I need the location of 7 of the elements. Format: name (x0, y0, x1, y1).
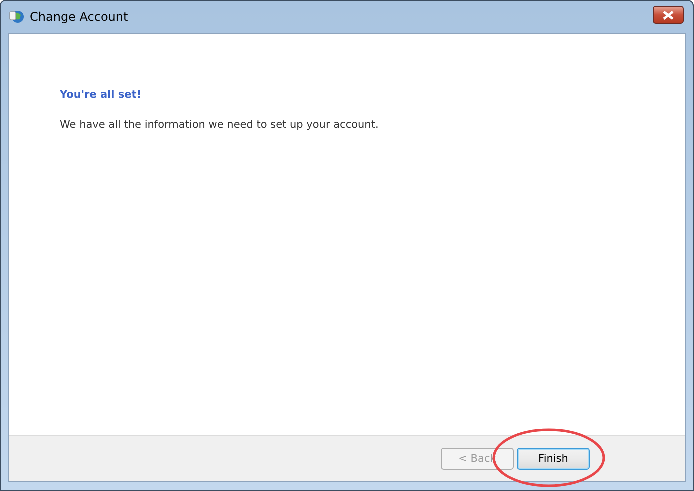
heading: You're all set! (60, 89, 143, 101)
message: We have all the information we need to set up your account. (60, 119, 380, 131)
finish-button[interactable]: Finish (517, 448, 590, 470)
globe-icon (9, 9, 25, 25)
close-icon (663, 10, 674, 20)
close-button[interactable] (653, 6, 684, 24)
window-title: Change Account (30, 10, 130, 24)
